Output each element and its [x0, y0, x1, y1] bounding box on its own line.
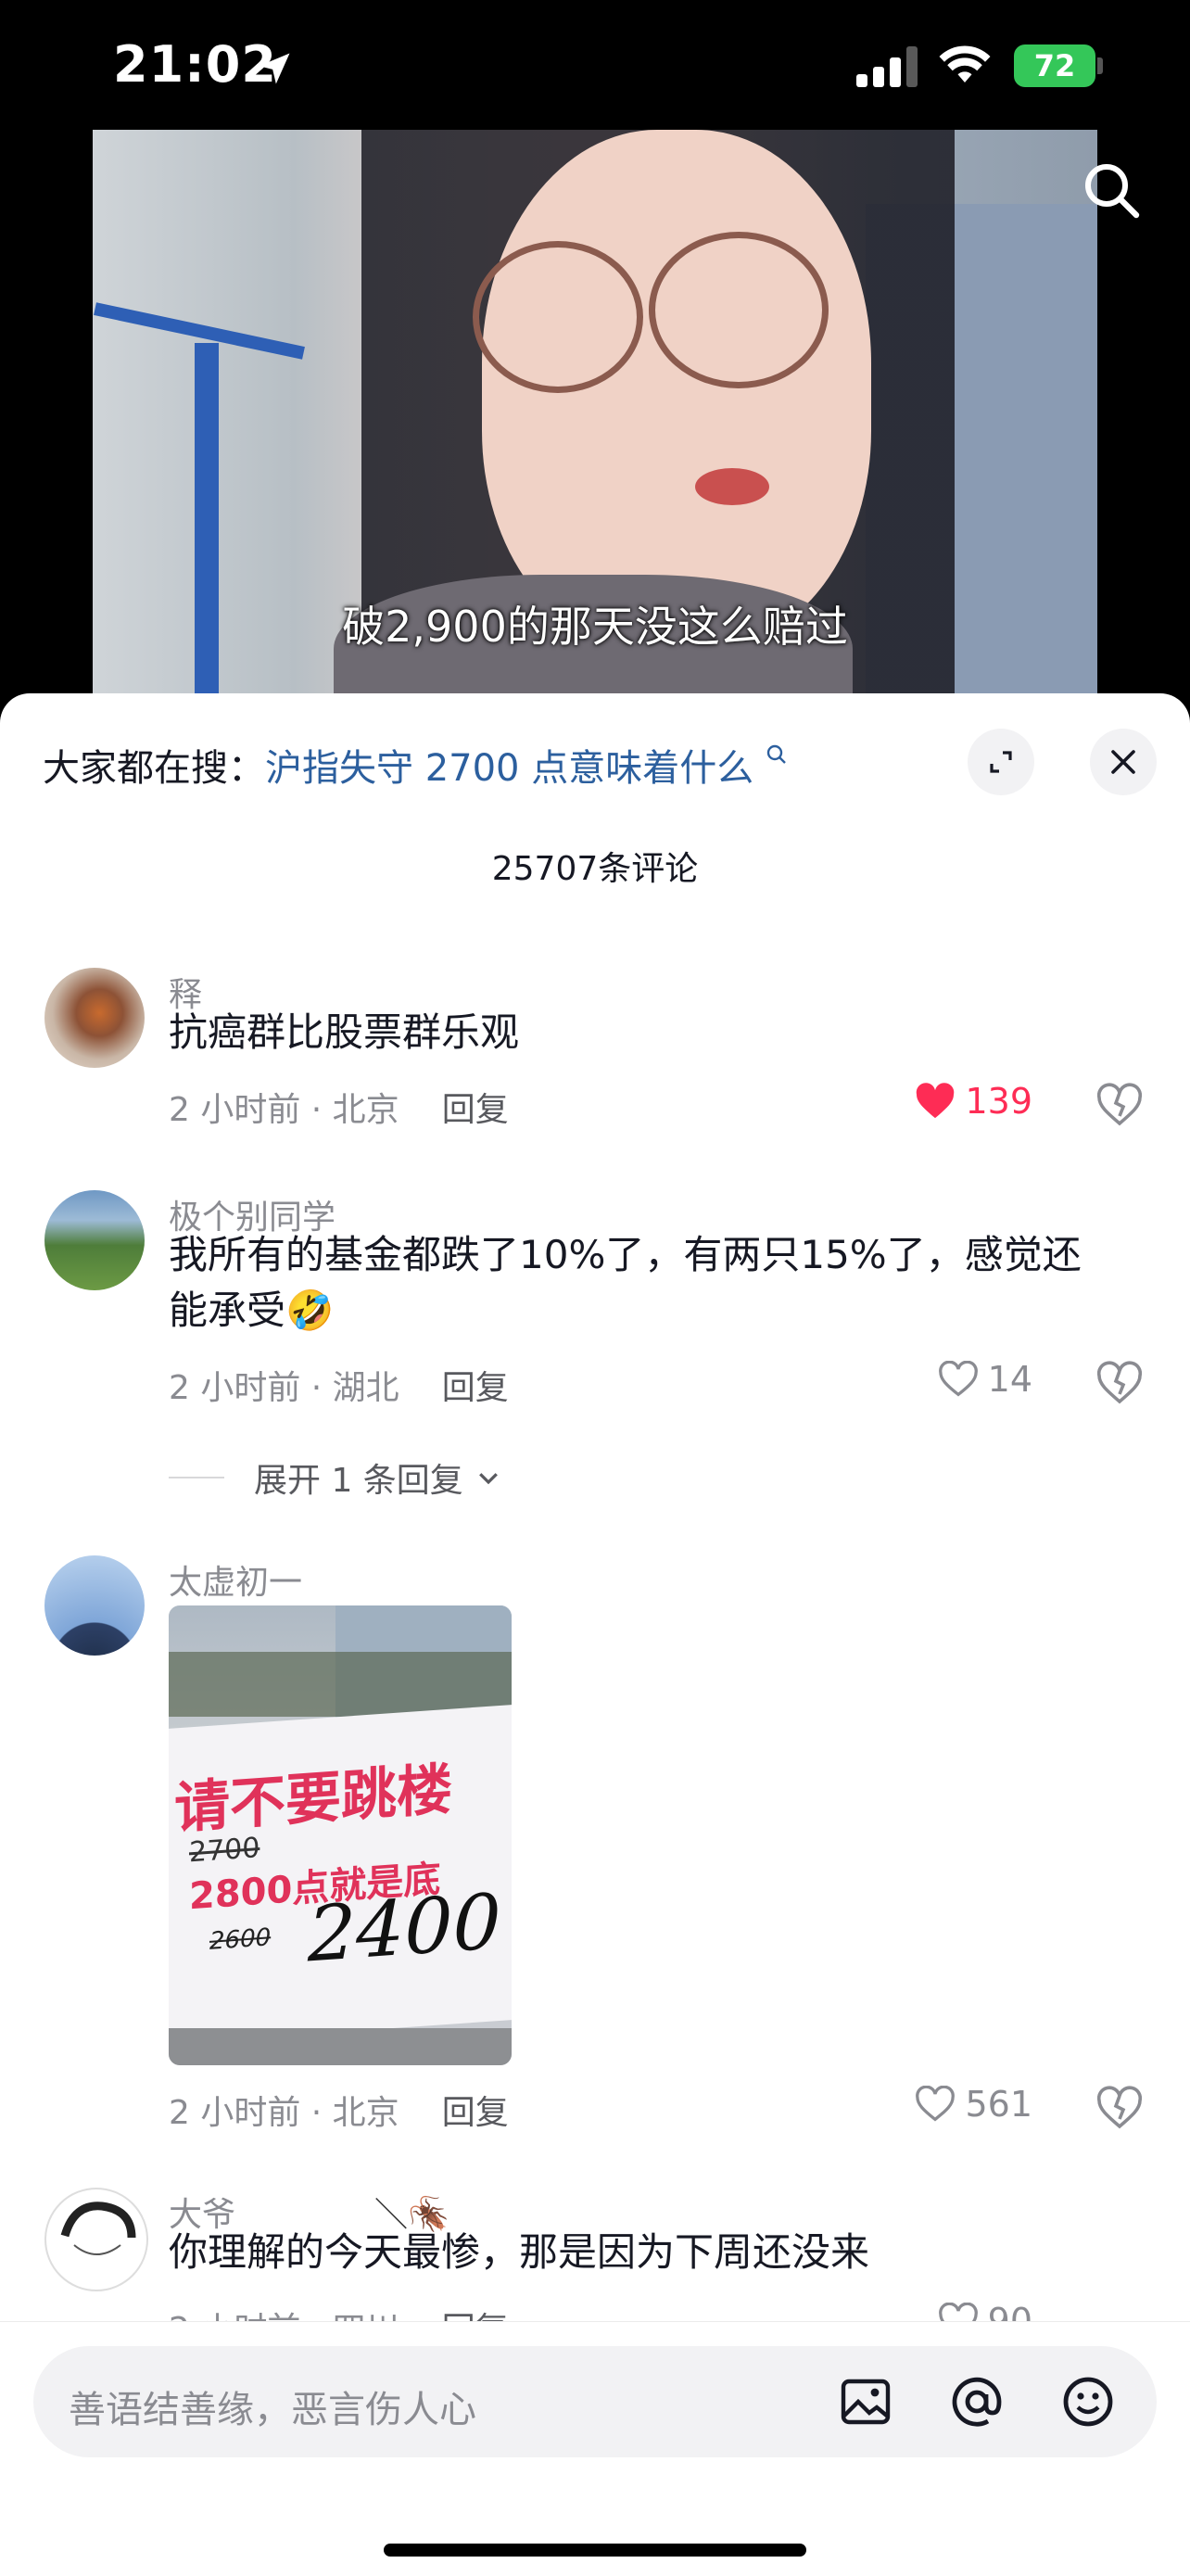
location-arrow-icon	[259, 53, 290, 84]
comment-time-location: 2 小时前 · 北京	[169, 2094, 399, 2132]
comment-text: 你理解的今天最惨，那是因为下周还没来	[169, 2229, 870, 2275]
search-small-icon	[766, 744, 786, 764]
battery-indicator: 72	[1014, 44, 1095, 87]
mention-icon[interactable]	[949, 2374, 1005, 2430]
expand-replies-button[interactable]: 展开 1 条回复	[169, 1453, 502, 1502]
banner-line1: 请不要跳楼	[174, 1757, 452, 1842]
lips-shape	[695, 468, 769, 505]
comments-sheet: 大家都在搜：沪指失守 2700 点意味着什么 25707条评论 释 抗癌群比股票…	[0, 693, 1190, 2575]
comment-input-placeholder: 善语结善缘，恶言伤人心	[69, 2389, 476, 2431]
reply-button[interactable]: 回复	[442, 1091, 509, 1129]
like-count: 14	[987, 1359, 1032, 1400]
dislike-icon[interactable]	[1097, 1083, 1142, 1127]
chevron-down-icon	[478, 1473, 498, 1485]
glasses-left	[473, 241, 643, 393]
avatar[interactable]	[44, 1190, 145, 1290]
signal-icon	[856, 46, 918, 87]
close-button[interactable]	[1090, 729, 1157, 795]
dislike-icon[interactable]	[1097, 2086, 1142, 2130]
comment-count: 25707条评论	[491, 850, 699, 888]
wifi-icon	[939, 45, 991, 82]
reply-button[interactable]: 回复	[442, 2094, 509, 2132]
comment-input[interactable]: 善语结善缘，恶言伤人心	[33, 2346, 1157, 2457]
expand-button[interactable]	[968, 729, 1034, 795]
hot-search-bar[interactable]: 大家都在搜：沪指失守 2700 点意味着什么	[43, 738, 790, 792]
avatar[interactable]	[44, 2188, 148, 2291]
comment-text-line: 能承受🤣	[169, 1288, 335, 1333]
banner-handwritten: 2400	[308, 1877, 501, 1980]
divider-line	[169, 1477, 224, 1478]
heart-icon	[916, 2086, 956, 2122]
heart-icon	[917, 1083, 955, 1119]
status-time: 21:02	[113, 35, 277, 94]
reply-button[interactable]: 回复	[442, 1369, 509, 1407]
comment-image[interactable]: 请不要跳楼 2700 2800点就是底 2600 2400	[169, 1605, 512, 2065]
image-icon[interactable]	[838, 2374, 893, 2430]
comment-item: 释 抗癌群比股票群乐观 2 小时前 · 北京 回复 139	[0, 968, 1190, 1153]
comment-meta: 2 小时前 · 北京 回复	[169, 2086, 509, 2134]
avatar[interactable]	[44, 968, 145, 1068]
avatar[interactable]	[44, 1555, 145, 1656]
like-button[interactable]: 561	[915, 2084, 1032, 2125]
avatar-sketch	[60, 2202, 136, 2255]
banner: 请不要跳楼 2700 2800点就是底 2600 2400	[169, 1705, 512, 2044]
comment-meta: 2 小时前 · 北京 回复	[169, 1083, 509, 1131]
glasses-right	[649, 232, 829, 388]
comment-item: 极个别同学 我所有的基金都跌了10%了，有两只15%了，感觉还 能承受🤣 2 小…	[0, 1190, 1190, 1524]
search-icon[interactable]	[1082, 161, 1142, 221]
home-indicator[interactable]	[384, 2544, 806, 2557]
emoji-icon[interactable]	[1060, 2374, 1116, 2430]
hot-search-query[interactable]: 沪指失守 2700 点意味着什么	[265, 747, 753, 790]
hot-search-prefix: 大家都在搜：	[43, 747, 265, 790]
like-button[interactable]: 14	[938, 1359, 1032, 1400]
banner-strike-bottom: 2600	[209, 1923, 272, 1956]
expand-replies-label: 展开 1 条回复	[254, 1462, 463, 1500]
dislike-icon[interactable]	[1097, 1361, 1142, 1405]
heart-icon	[938, 1361, 978, 1397]
like-count: 561	[965, 2084, 1032, 2125]
comment-text: 抗癌群比股票群乐观	[169, 1009, 520, 1055]
image-ground	[169, 2028, 512, 2065]
like-count: 139	[965, 1081, 1032, 1122]
comment-time-location: 2 小时前 · 北京	[169, 1091, 399, 1129]
battery-tip	[1097, 57, 1103, 74]
comment-meta: 2 小时前 · 湖北 回复	[169, 1361, 509, 1409]
expand-icon	[990, 751, 1012, 773]
status-bar: 21:02 72	[0, 0, 1190, 130]
like-button[interactable]: 139	[915, 1081, 1032, 1122]
comment-username[interactable]: 太虚初一	[169, 1555, 302, 1604]
close-icon	[1111, 750, 1135, 774]
comment-text-line: 我所有的基金都跌了10%了，有两只15%了，感觉还	[169, 1232, 1082, 1277]
video-caption: 破2,900的那天没这么赔过	[342, 602, 848, 652]
image-trees	[169, 1652, 512, 1717]
comment-input-bar: 善语结善缘，恶言伤人心	[0, 2321, 1190, 2576]
comment-time-location: 2 小时前 · 湖北	[169, 1369, 399, 1407]
comment-item: 太虚初一 请不要跳楼 2700 2800点就是底 2600 2400 2 小时前…	[0, 1555, 1190, 2132]
